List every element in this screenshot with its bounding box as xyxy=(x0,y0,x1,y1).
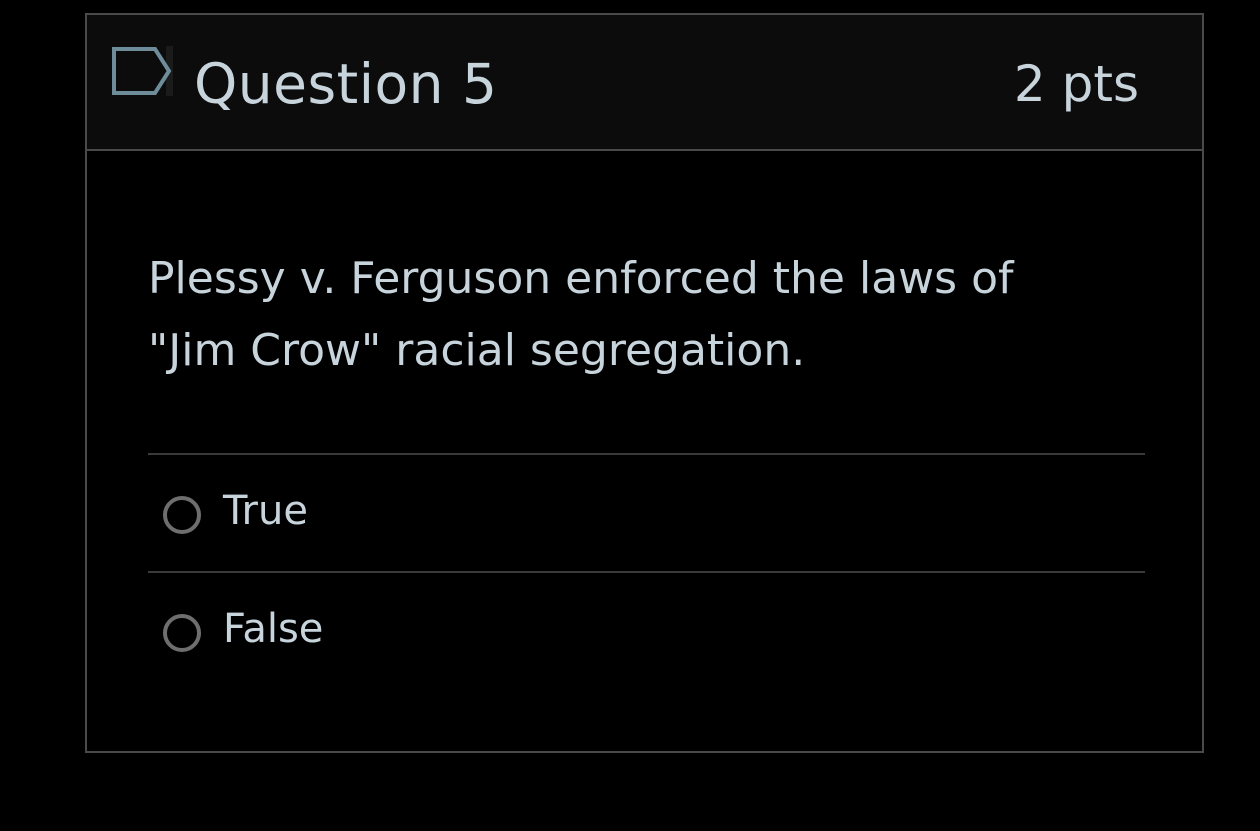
radio-button-true[interactable] xyxy=(163,496,201,534)
answer-label-true[interactable]: True xyxy=(223,485,308,537)
answer-list: True False xyxy=(148,453,1145,689)
answer-option-true[interactable]: True xyxy=(148,453,1145,571)
question-header: Question 5 2 pts xyxy=(87,15,1202,151)
question-points: 2 pts xyxy=(1013,55,1139,113)
answer-label-false[interactable]: False xyxy=(223,603,323,655)
answer-option-false[interactable]: False xyxy=(148,571,1145,689)
question-text: Plessy v. Ferguson enforced the laws of … xyxy=(148,253,1014,376)
flag-icon[interactable] xyxy=(111,46,173,96)
question-title: Question 5 xyxy=(194,52,498,116)
question-card: Question 5 2 pts Plessy v. Ferguson enfo… xyxy=(85,13,1204,753)
radio-button-false[interactable] xyxy=(163,614,201,652)
